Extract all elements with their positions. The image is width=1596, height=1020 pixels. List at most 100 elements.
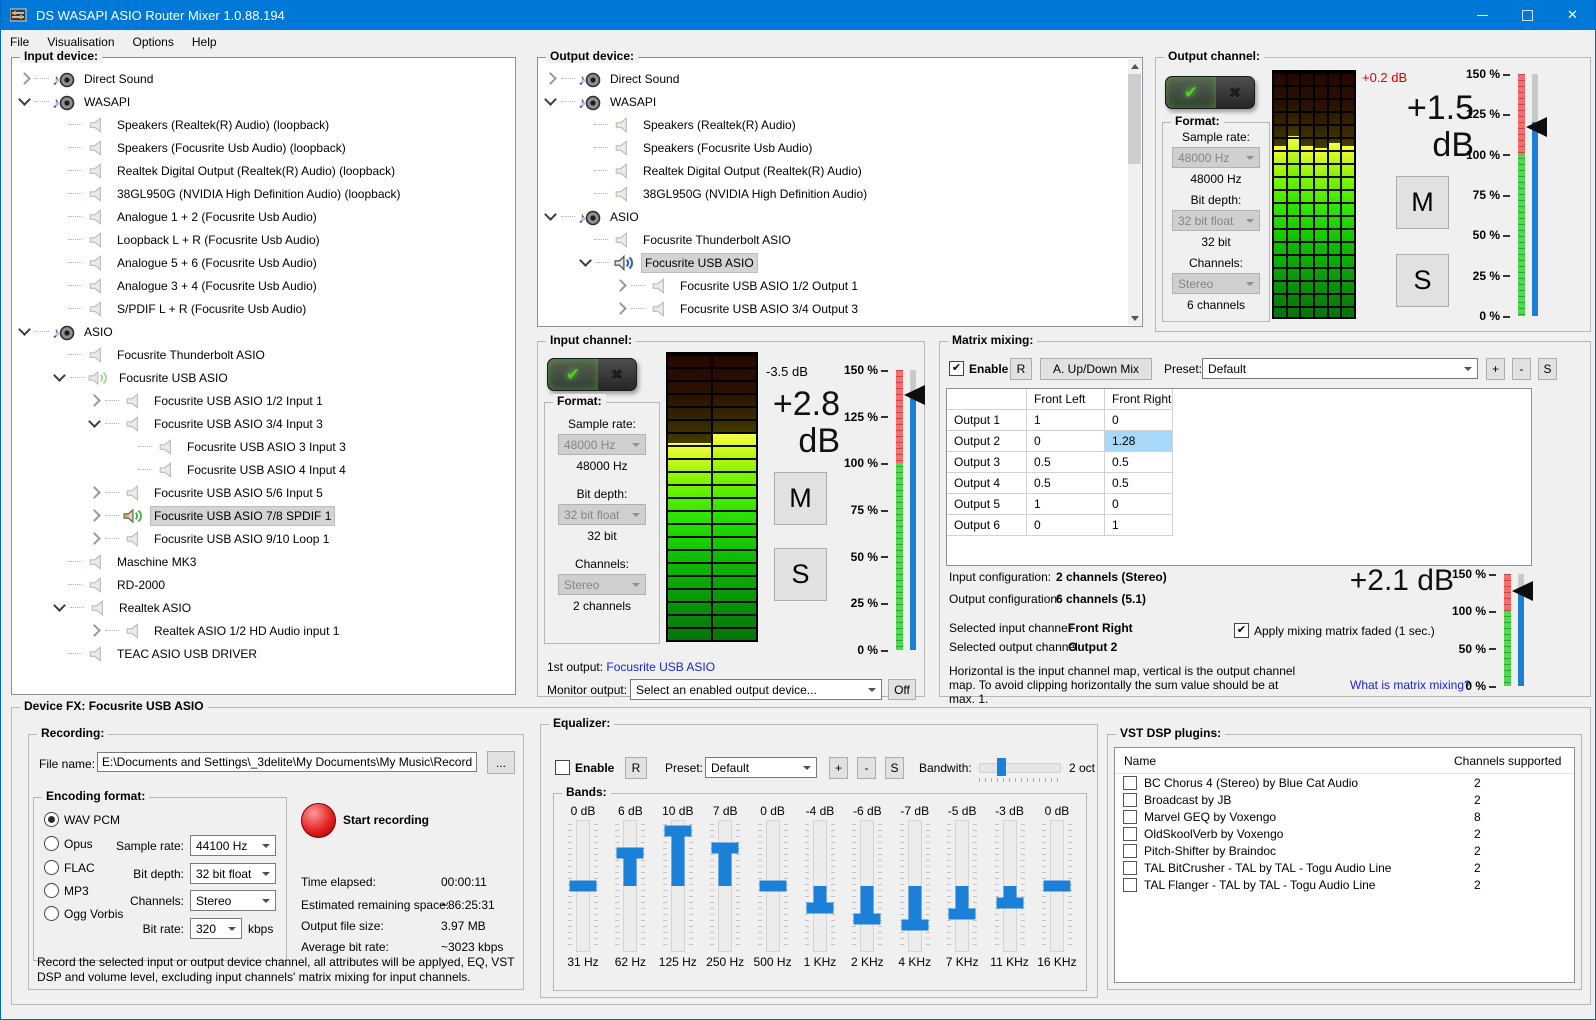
tree-item[interactable]: ♪ASIO [538, 205, 1128, 228]
tree-item[interactable]: Focusrite Thunderbolt ASIO [538, 228, 1128, 251]
eq-band-slider[interactable] [708, 820, 742, 952]
tree-item[interactable]: RD-2000 [12, 573, 515, 596]
radio-wav-pcm[interactable] [44, 812, 59, 827]
slider-thumb[interactable] [570, 881, 597, 892]
tree-item[interactable]: Realtek ASIO 1/2 HD Audio input 1 [12, 619, 515, 642]
chevron-collapsed-icon[interactable] [544, 72, 557, 85]
menu-item-help[interactable]: Help [183, 32, 226, 52]
tree-item[interactable]: Speakers (Realtek(R) Audio) (loopback) [12, 113, 515, 136]
tree-item[interactable]: Analogue 5 + 6 (Focusrite Usb Audio) [12, 251, 515, 274]
matrix-cell[interactable]: 0.5 [1027, 452, 1105, 473]
radio-flac[interactable] [44, 860, 59, 875]
matrix-cell[interactable]: 0 [1105, 494, 1173, 515]
slider-thumb[interactable] [1043, 881, 1070, 892]
eq-bandwidth-slider[interactable] [979, 758, 1061, 776]
chevron-collapsed-icon[interactable] [88, 624, 101, 637]
channels-select[interactable]: Stereo [558, 574, 646, 595]
tree-item[interactable]: Focusrite USB ASIO 9/10 Loop 1 [12, 527, 515, 550]
matrix-cell[interactable]: 1 [1027, 410, 1105, 431]
eq-enable-checkbox[interactable] [555, 760, 570, 775]
eq-band-slider[interactable] [993, 820, 1027, 952]
matrix-cell[interactable]: Output 5 [947, 494, 1027, 515]
plugin-checkbox[interactable] [1123, 827, 1137, 841]
matrix-cell[interactable]: Output 2 [947, 431, 1027, 452]
output-mute-button[interactable]: M [1396, 176, 1449, 229]
bit-depth-select[interactable]: 32 bit float [1172, 210, 1260, 231]
chevron-collapsed-icon[interactable] [88, 486, 101, 499]
tree-item[interactable]: ♪Direct Sound [12, 67, 515, 90]
vst-plugin-row[interactable]: TAL BitCrusher - TAL by TAL - Togu Audio… [1115, 859, 1574, 876]
plugin-checkbox[interactable] [1123, 878, 1137, 892]
matrix-preset-select[interactable]: Default [1202, 358, 1478, 379]
tree-item[interactable]: Maschine MK3 [12, 550, 515, 573]
menu-item-options[interactable]: Options [124, 32, 183, 52]
slider-thumb[interactable] [664, 826, 691, 837]
start-recording-button[interactable]: Start recording [343, 813, 429, 827]
scrollbar-thumb[interactable] [1128, 74, 1141, 164]
tree-item[interactable]: Realtek Digital Output (Realtek(R) Audio… [12, 159, 515, 182]
chevron-collapsed-icon[interactable] [88, 532, 101, 545]
tree-item[interactable]: ♪WASAPI [12, 90, 515, 113]
tree-item[interactable]: TEAC ASIO USB DRIVER [12, 642, 515, 665]
eq-remove-preset-button[interactable]: - [857, 757, 876, 779]
eq-band-slider[interactable] [661, 820, 695, 952]
eq-band-slider[interactable] [945, 820, 979, 952]
chevron-expanded-icon[interactable] [544, 93, 557, 106]
input-mute-button[interactable]: M [774, 472, 827, 525]
slider-thumb[interactable] [949, 908, 976, 919]
matrix-reset-button[interactable]: R [1010, 358, 1032, 380]
plugin-checkbox[interactable] [1123, 844, 1137, 858]
input-channel-enable-toggle[interactable]: ✔ ✖ [547, 358, 637, 391]
chevron-collapsed-icon[interactable] [614, 302, 627, 315]
matrix-cell[interactable]: 1.28 [1105, 431, 1173, 452]
toggle-on-segment[interactable]: ✔ [1166, 77, 1216, 108]
tree-item[interactable]: Analogue 1 + 2 (Focusrite Usb Audio) [12, 205, 515, 228]
tree-item[interactable]: ♪ASIO [12, 320, 515, 343]
sample-rate-select[interactable]: 48000 Hz [558, 434, 646, 455]
tree-item[interactable]: Focusrite USB ASIO 4 Input 4 [12, 458, 515, 481]
slider-thumb[interactable] [806, 903, 833, 914]
matrix-cell[interactable]: Output 1 [947, 410, 1027, 431]
apply-faded-checkbox[interactable]: ✔ [1234, 623, 1249, 638]
vst-plugin-row[interactable]: Broadcast by JB2 [1115, 791, 1574, 808]
fader-pointer-handle[interactable] [904, 385, 925, 405]
slider-thumb[interactable] [759, 881, 786, 892]
browse-button[interactable]: ... [487, 751, 515, 774]
output-tree-scrollbar[interactable] [1128, 59, 1141, 325]
rec-bit-depth-select[interactable]: 32 bit float [190, 863, 276, 884]
matrix-cell[interactable]: Output 6 [947, 515, 1027, 536]
tree-item[interactable]: Focusrite USB ASIO [12, 366, 515, 389]
eq-save-preset-button[interactable]: S [885, 757, 904, 779]
eq-add-preset-button[interactable]: + [829, 757, 848, 779]
tree-item[interactable]: Focusrite USB ASIO 7/8 SPDIF 1 [12, 504, 515, 527]
tree-item[interactable]: Realtek ASIO [12, 596, 515, 619]
matrix-cell[interactable]: 0.5 [1027, 473, 1105, 494]
rec-channels-select[interactable]: Stereo [190, 890, 276, 911]
sample-rate-select[interactable]: 48000 Hz [1172, 147, 1260, 168]
tree-item[interactable]: Focusrite USB ASIO 5/6 Input 5 [12, 481, 515, 504]
tree-item[interactable]: Focusrite USB ASIO 3/4 Output 3 [538, 297, 1128, 320]
tree-item[interactable]: Focusrite USB ASIO 3/4 Input 3 [12, 412, 515, 435]
tree-item[interactable]: Speakers (Realtek(R) Audio) [538, 113, 1128, 136]
matrix-add-preset-button[interactable]: + [1486, 358, 1505, 380]
tree-item[interactable]: Loopback L + R (Focusrite Usb Audio) [12, 228, 515, 251]
plugin-checkbox[interactable] [1123, 861, 1137, 875]
slider-thumb[interactable] [854, 914, 881, 925]
tree-item[interactable]: Speakers (Focusrite Usb Audio) (loopback… [12, 136, 515, 159]
output-channel-enable-toggle[interactable]: ✔ ✖ [1165, 76, 1255, 109]
tree-item[interactable]: S/PDIF L + R (Focusrite Usb Audio) [12, 297, 515, 320]
radio-mp3[interactable] [44, 883, 59, 898]
eq-band-slider[interactable] [566, 820, 600, 952]
vst-plugin-row[interactable]: BC Chorus 4 (Stereo) by Blue Cat Audio2 [1115, 774, 1574, 791]
matrix-enable-checkbox[interactable]: ✔ [949, 361, 964, 376]
chevron-expanded-icon[interactable] [579, 254, 592, 267]
tree-item[interactable]: ♪WASAPI [538, 90, 1128, 113]
eq-band-slider[interactable] [898, 820, 932, 952]
chevron-collapsed-icon[interactable] [18, 72, 31, 85]
scroll-down-icon[interactable] [1128, 311, 1141, 325]
matrix-cell[interactable]: 0.5 [1105, 452, 1173, 473]
record-icon[interactable] [301, 803, 336, 838]
plugin-checkbox[interactable] [1123, 810, 1137, 824]
chevron-collapsed-icon[interactable] [88, 509, 101, 522]
bit-depth-select[interactable]: 32 bit float [558, 504, 646, 525]
